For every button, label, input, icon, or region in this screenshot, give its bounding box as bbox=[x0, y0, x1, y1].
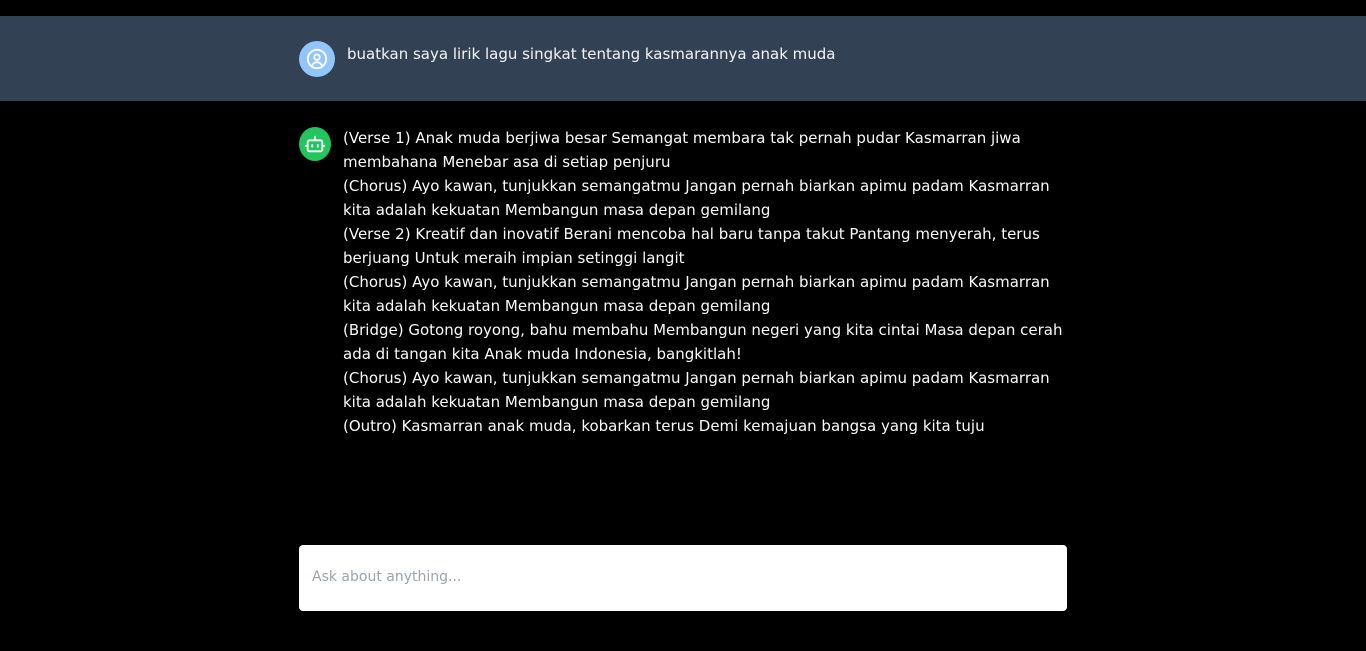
assistant-avatar bbox=[299, 127, 331, 161]
lyric-line: (Verse 1) Anak muda berjiwa besar Semang… bbox=[343, 129, 1021, 171]
lyric-line: (Verse 2) Kreatif dan inovatif Berani me… bbox=[343, 225, 1040, 267]
user-message-text: buatkan saya lirik lagu singkat tentang … bbox=[347, 45, 836, 63]
lyric-line: (Chorus) Ayo kawan, tunjukkan semangatmu… bbox=[343, 273, 1050, 315]
robot-icon bbox=[304, 135, 326, 153]
user-circle-icon bbox=[306, 48, 328, 70]
lyric-line: (Chorus) Ayo kawan, tunjukkan semangatmu… bbox=[343, 177, 1050, 219]
user-avatar bbox=[299, 41, 335, 77]
lyric-line: (Chorus) Ayo kawan, tunjukkan semangatmu… bbox=[343, 369, 1050, 411]
user-message-row: buatkan saya lirik lagu singkat tentang … bbox=[0, 16, 1366, 101]
lyric-line: (Bridge) Gotong royong, bahu membahu Mem… bbox=[343, 321, 1063, 363]
composer bbox=[299, 545, 1067, 611]
assistant-message-text: (Verse 1) Anak muda berjiwa besar Semang… bbox=[343, 126, 1068, 438]
chat-input[interactable] bbox=[312, 545, 1052, 609]
lyric-line: (Outro) Kasmarran anak muda, kobarkan te… bbox=[343, 417, 985, 435]
